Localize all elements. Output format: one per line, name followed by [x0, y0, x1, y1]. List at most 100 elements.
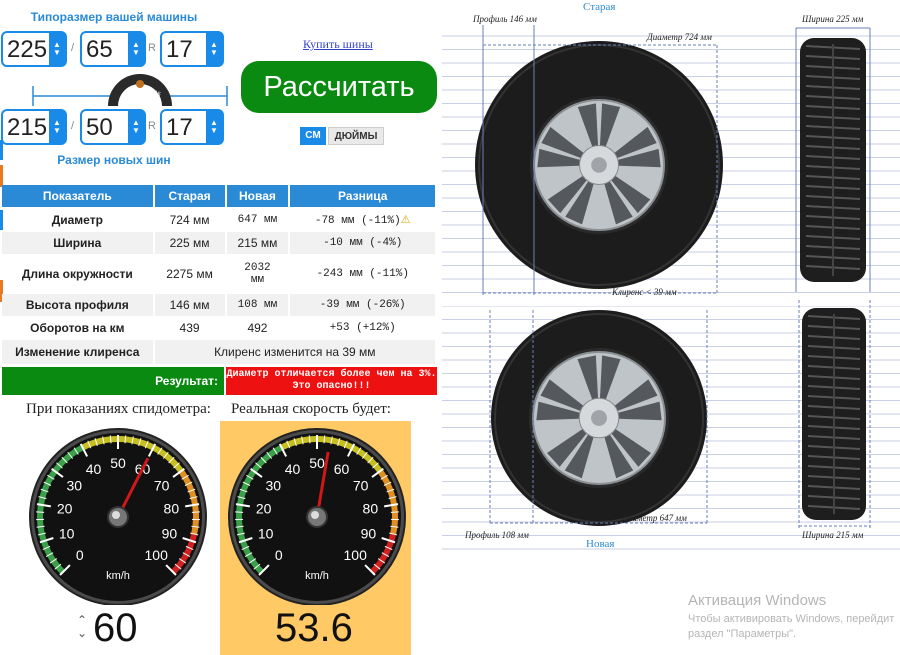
new-rim-spinner-icon[interactable]: ▲ ▼: [206, 111, 222, 143]
indicated-hub-shine: [112, 511, 120, 519]
real-tick-label: 20: [256, 501, 272, 517]
r-separator: R: [148, 120, 156, 132]
header-old: Старая: [153, 185, 227, 207]
real-hub-shine: [311, 511, 319, 519]
diff-value: +53 (+12%): [289, 316, 437, 340]
new-value: 215 мм: [225, 232, 291, 254]
real-tick-label: 30: [266, 477, 282, 493]
new-width-spinner-icon[interactable]: ▲ ▼: [49, 111, 65, 143]
current-rim-spinner-icon[interactable]: ▲ ▼: [206, 33, 222, 65]
row-label: Оборотов на км: [2, 316, 155, 340]
windows-activation-title: Активация Windows: [688, 592, 827, 609]
result-warning: Диаметр отличается более чем на 3%. Это …: [226, 367, 437, 395]
real-speed-value: 53.6: [275, 606, 353, 650]
real-tick-label: 10: [258, 526, 274, 542]
tire-drawing: [442, 0, 900, 655]
windows-activation-text: Чтобы активировать Windows, перейдит разд…: [688, 613, 895, 640]
diff-value: -243 мм (-11%): [289, 254, 437, 294]
current-profile-value: 65: [86, 36, 113, 63]
diff-value: -78 мм (-11%)⚠: [289, 207, 437, 232]
real-tick-label: 50: [309, 455, 325, 471]
current-rim-input[interactable]: 17 ▲ ▼: [160, 31, 224, 67]
header-new: Новая: [225, 185, 291, 207]
new-wheel-cap: [591, 410, 607, 426]
indicated-tick-label: 30: [67, 477, 83, 493]
real-tick-label: 40: [285, 461, 301, 477]
table-row: Длина окружности 2275 мм 2032 мм -243 мм…: [2, 254, 437, 294]
indicated-tick-label: 50: [110, 455, 126, 471]
unit-cm-toggle[interactable]: СМ: [300, 127, 326, 145]
clearance-row: Изменение клиренса Клиренс изменится на …: [2, 340, 438, 364]
new-value: 647 мм: [225, 207, 291, 232]
current-rim-value: 17: [166, 36, 193, 63]
new-profile-spinner-icon[interactable]: ▲ ▼: [128, 111, 144, 143]
old-value: 146 мм: [153, 294, 227, 316]
real-caption: Реальная скорость будет:: [231, 401, 391, 417]
sidewall-badge-icon: 195 R 15: [32, 74, 228, 106]
old-profile-caption: Профиль 146 мм: [473, 14, 537, 24]
current-profile-input[interactable]: 65 ▲ ▼: [80, 31, 146, 67]
indicated-tick: [191, 511, 200, 513]
real-tick: [390, 511, 399, 513]
diff-value: -39 мм (-26%): [289, 294, 437, 316]
indicated-speed-value[interactable]: 60: [93, 606, 138, 651]
old-value: 724 мм: [153, 207, 227, 232]
new-profile-value: 50: [86, 114, 113, 141]
old-width-caption: Ширина 225 мм: [802, 14, 864, 24]
new-value: 492: [225, 316, 291, 340]
indicated-tick-label: 80: [164, 501, 180, 517]
new-diameter-caption: Диаметр 647 мм: [622, 513, 687, 523]
header-indicator: Показатель: [2, 185, 155, 207]
real-tick-label: 80: [363, 501, 379, 517]
row-label: Длина окружности: [2, 254, 155, 294]
table-row: Диаметр 724 мм 647 мм -78 мм (-11%)⚠: [2, 207, 437, 232]
calculate-button[interactable]: Рассчитать: [241, 61, 437, 113]
table-row: Оборотов на км 439 492 +53 (+12%): [2, 316, 437, 340]
clearance-label: Изменение клиренса: [2, 340, 155, 364]
r-separator: R: [148, 42, 156, 54]
clearance-value: Клиренс изменится на 39 мм: [153, 340, 438, 364]
current-profile-spinner-icon[interactable]: ▲ ▼: [128, 33, 144, 65]
new-width-input[interactable]: 215 ▲ ▼: [1, 109, 67, 145]
section-gap: [442, 298, 900, 306]
new-tire-label: Новая: [586, 538, 615, 550]
speed-spinner-icon[interactable]: ⌃ ⌄: [75, 614, 89, 642]
slash-separator: /: [71, 42, 75, 54]
real-speedometer: 010 20 3040 50 6070 80 90 100 km/h: [228, 428, 406, 605]
indicated-tick: [36, 511, 45, 513]
new-profile-input[interactable]: 50 ▲ ▼: [80, 109, 146, 145]
new-width-value: 215: [7, 114, 48, 141]
old-value: 225 мм: [153, 232, 227, 254]
current-size-title: Типоразмер вашей машины: [30, 10, 198, 24]
real-tick-label: 100: [344, 547, 368, 563]
real-tick-label: 90: [361, 526, 377, 542]
row-label: Диаметр: [2, 207, 155, 232]
current-width-spinner-icon[interactable]: ▲ ▼: [49, 33, 65, 65]
indicated-tick-label: 0: [76, 547, 84, 563]
new-value: 108 мм: [225, 294, 291, 316]
old-tire-label: Старая: [583, 1, 616, 13]
buy-tires-link[interactable]: Купить шины: [303, 37, 373, 52]
indicated-caption: При показаниях спидометра:: [26, 401, 211, 417]
old-wheel-cap: [591, 157, 607, 173]
new-rim-value: 17: [166, 114, 193, 141]
indicated-tick-label: 10: [59, 526, 75, 542]
indicated-unit-label: km/h: [106, 570, 130, 582]
old-value: 439: [153, 316, 227, 340]
new-rim-input[interactable]: 17 ▲ ▼: [160, 109, 224, 145]
new-profile-caption: Профиль 108 мм: [465, 530, 529, 540]
side-strip: [0, 140, 3, 160]
table-row: Ширина 225 мм 215 мм -10 мм (-4%): [2, 232, 437, 254]
current-width-input[interactable]: 225 ▲ ▼: [1, 31, 67, 67]
indicated-tick-label: 70: [154, 477, 170, 493]
indicated-tick-label: 90: [162, 526, 178, 542]
indicated-tick-label: 40: [86, 461, 102, 477]
real-unit-label: km/h: [305, 570, 329, 582]
row-label: Высота профиля: [2, 294, 155, 316]
unit-inch-toggle[interactable]: ДЮЙМЫ: [328, 127, 384, 145]
diff-value: -10 мм (-4%): [289, 232, 437, 254]
old-value: 2275 мм: [153, 254, 227, 294]
clearance-caption: Клиренс < 39 мм: [612, 287, 677, 297]
indicated-speedometer: 0102030405060708090100km/h: [29, 428, 207, 605]
real-tick-label: 0: [275, 547, 283, 563]
